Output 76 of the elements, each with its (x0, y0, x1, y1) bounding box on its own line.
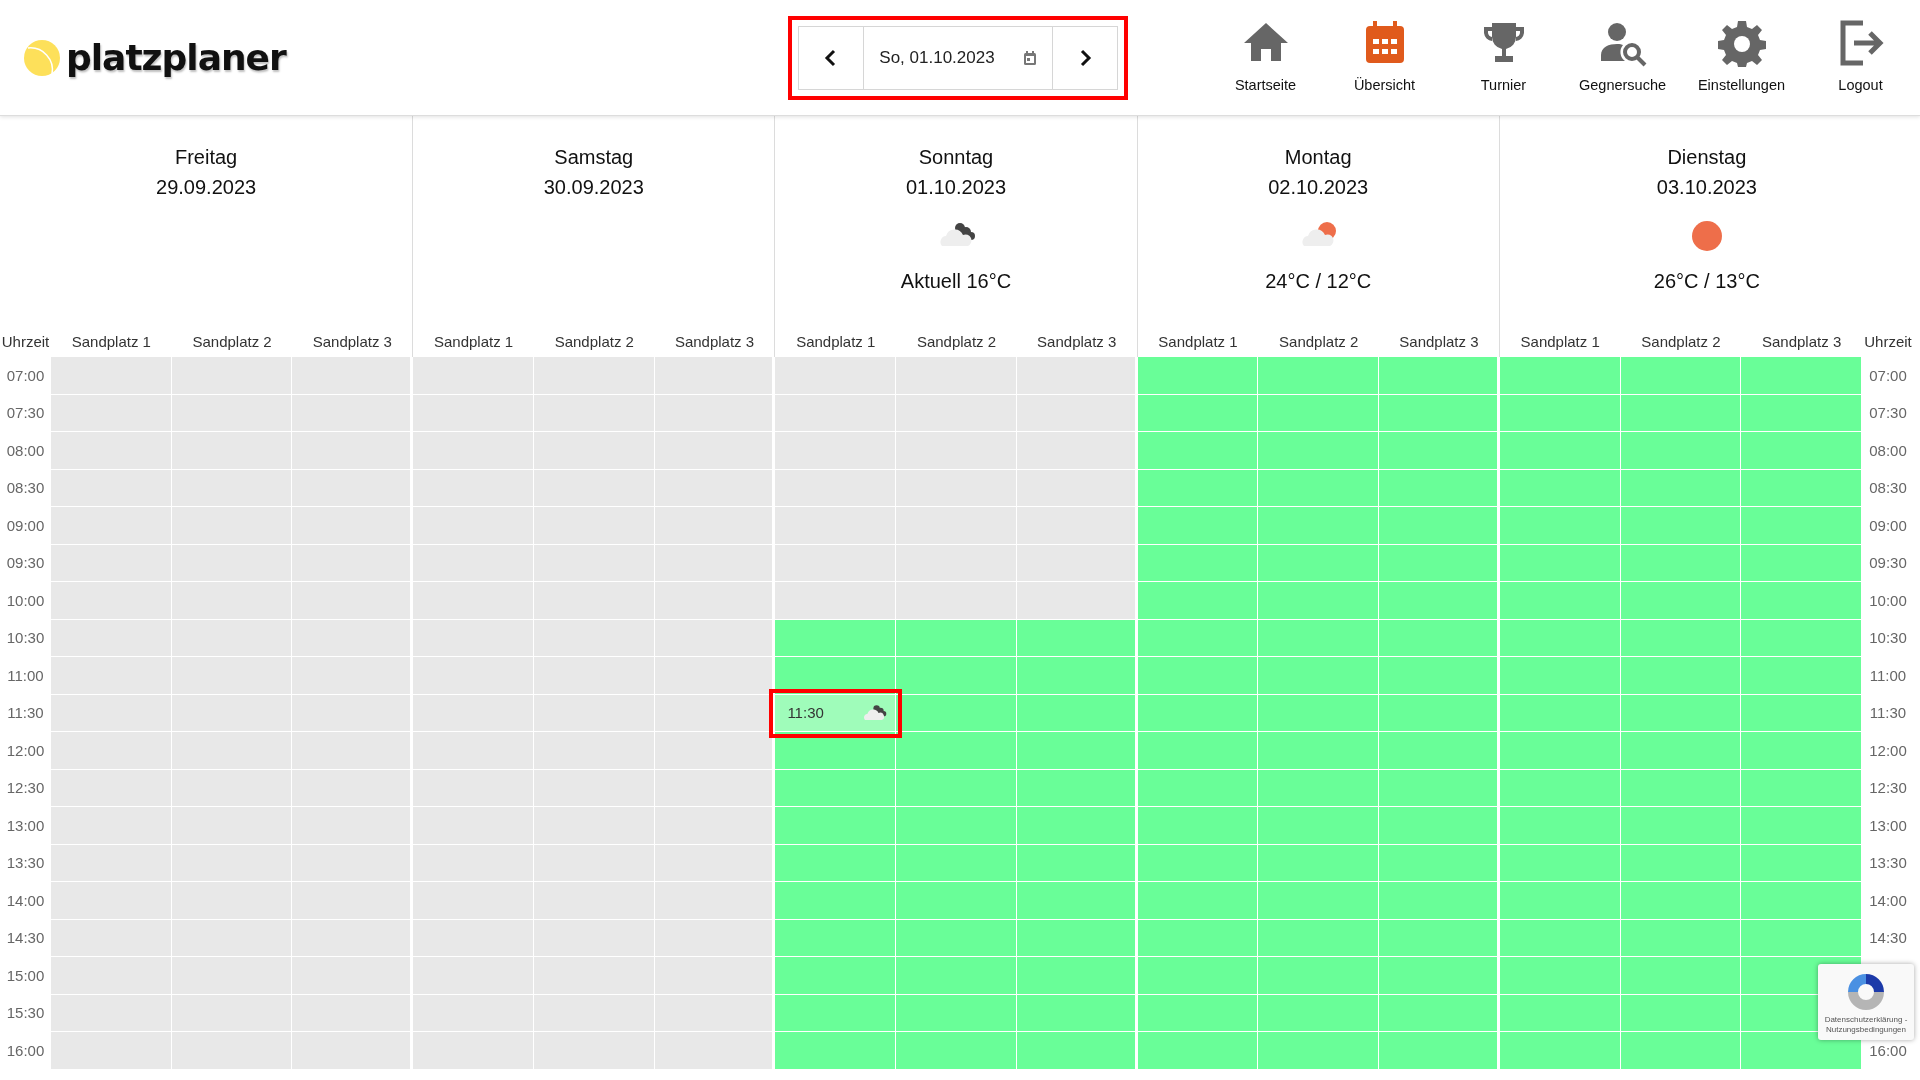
time-label: 09:00 (1868, 515, 1908, 536)
nav-item[interactable]: Turnier (1444, 18, 1563, 97)
nav-item[interactable]: Einstellungen (1682, 18, 1801, 97)
court-label: Sandplatz 2 (191, 332, 273, 353)
time-label: 10:00 (1868, 590, 1908, 611)
temperature-text: 26°C / 13°C (1653, 269, 1760, 294)
time-label: 14:30 (1868, 928, 1908, 948)
settings-icon (1717, 18, 1766, 67)
calendar-icon (1022, 49, 1037, 66)
time-label: 07:30 (5, 403, 46, 423)
court-label: Sandplatz 1 (1157, 332, 1239, 353)
column-heading: Uhrzeit (1863, 332, 1913, 353)
court-label: Sandplatz 2 (915, 332, 998, 353)
column-heading: Uhrzeit (0, 332, 51, 353)
court-label: Sandplatz 1 (1519, 332, 1601, 353)
time-label: 10:30 (5, 628, 46, 648)
time-label: 09:30 (1868, 553, 1908, 573)
time-label: 12:30 (5, 778, 46, 798)
day-date: 02.10.2023 (1268, 175, 1369, 200)
date-text: So, 01.10.2023 (879, 46, 995, 69)
time-label: 10:00 (5, 590, 46, 611)
day-date: 01.10.2023 (905, 175, 1007, 200)
time-label: 13:00 (5, 815, 46, 836)
court-label: Sandplatz 1 (432, 332, 515, 353)
time-label: 16:00 (5, 1040, 46, 1061)
time-label: 13:00 (1868, 815, 1908, 836)
time-label: 12:00 (1868, 740, 1908, 761)
time-label: 14:00 (5, 890, 46, 911)
nav-item[interactable]: Übersicht (1325, 18, 1444, 97)
day-date: 29.09.2023 (156, 175, 257, 200)
time-label: 08:30 (1868, 478, 1908, 498)
time-label: 08:00 (1868, 440, 1908, 461)
nav-item[interactable]: Startseite (1206, 18, 1325, 97)
day-name: Freitag (174, 145, 238, 170)
time-label: 11:00 (6, 665, 45, 686)
temperature-text: 24°C / 12°C (1265, 269, 1372, 294)
day-date: 03.10.2023 (1656, 175, 1757, 200)
nav-item[interactable]: Gegnersuche (1563, 18, 1682, 97)
time-label: 13:30 (5, 853, 46, 873)
slot-time: 11:30 (787, 702, 824, 723)
free-slot[interactable] (896, 694, 1017, 732)
time-label: 12:00 (5, 740, 46, 761)
time-label: 14:30 (5, 928, 46, 948)
time-label: 13:30 (1868, 853, 1908, 873)
temperature-text: Aktuell 16°C (900, 269, 1012, 294)
time-label: 09:00 (5, 515, 46, 536)
day-name: Samstag (554, 145, 634, 170)
court-label: Sandplatz 2 (553, 332, 635, 353)
time-label: 08:30 (5, 478, 46, 498)
time-label: 07:30 (1868, 403, 1908, 423)
time-label: 15:30 (5, 1003, 46, 1023)
recaptcha-links[interactable]: Datenschutzerklärung - Nutzungsbedingungen (1820, 1015, 1912, 1035)
time-label: 07:00 (5, 365, 46, 386)
time-label: 07:00 (1868, 365, 1908, 386)
nav-item[interactable]: Logout (1801, 18, 1920, 97)
time-label: 11:00 (1868, 665, 1908, 686)
ball-icon (22, 37, 62, 78)
court-label: Sandplatz 3 (1761, 332, 1843, 353)
logo-text: platzplaner (66, 35, 286, 80)
time-label: 10:30 (1868, 628, 1908, 648)
court-label: Sandplatz 2 (1640, 332, 1722, 353)
court-label: Sandplatz 1 (70, 332, 152, 353)
time-label: 11:30 (6, 703, 45, 723)
court-label: Sandplatz 2 (1278, 332, 1360, 353)
time-label: 12:30 (1868, 778, 1908, 798)
time-label: 11:30 (1868, 703, 1908, 723)
court-label: Sandplatz 1 (795, 332, 877, 353)
day-date: 30.09.2023 (543, 175, 644, 200)
day-name: Montag (1284, 145, 1352, 170)
time-label: 09:30 (5, 553, 46, 573)
time-label: 08:00 (5, 440, 46, 461)
time-label: 14:00 (1868, 890, 1908, 911)
time-label: 15:00 (5, 965, 46, 986)
day-name: Dienstag (1667, 145, 1747, 170)
time-label: 16:00 (1868, 1040, 1908, 1061)
day-name: Sonntag (918, 145, 994, 170)
